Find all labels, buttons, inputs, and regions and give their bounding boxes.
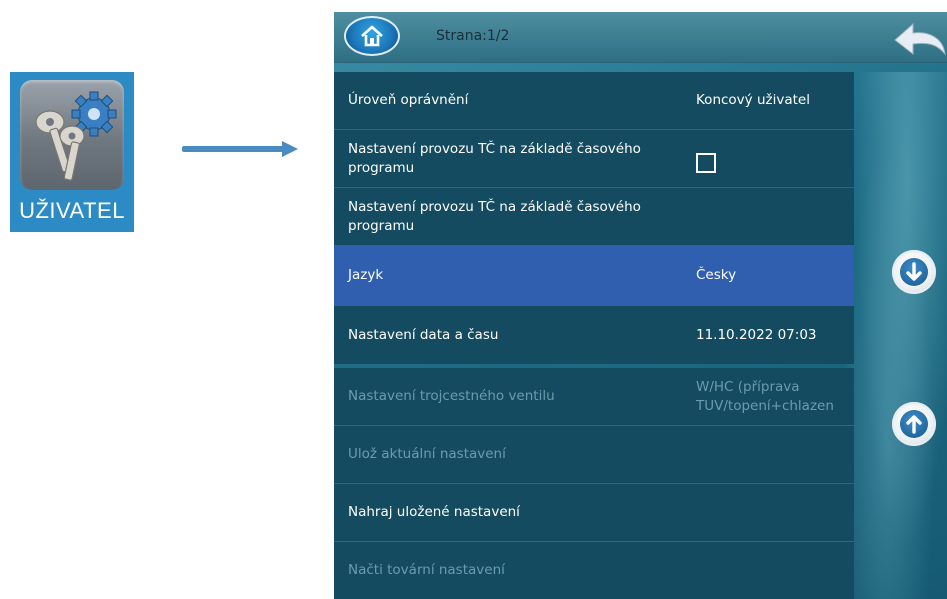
- row-value: Koncový uživatel: [696, 92, 810, 108]
- row-value: Česky: [696, 267, 737, 283]
- row-label: Nahraj uložené nastavení: [348, 504, 520, 520]
- settings-row-language[interactable]: Jazyk Česky: [334, 246, 854, 306]
- row-label: Nastavení trojcestného ventilu: [348, 388, 555, 404]
- row-value: W/HC (příprava TUV/topení+chlazen: [696, 378, 834, 414]
- row-label: Úroveň oprávnění: [348, 92, 469, 108]
- top-bar: Strana:1/2: [334, 12, 947, 63]
- row-value: [696, 426, 854, 483]
- arrow-right-icon: [282, 141, 298, 157]
- row-label: Nastavení data a času: [348, 326, 499, 343]
- row-label: Ulož aktuální nastavení: [348, 446, 506, 462]
- settings-row-schedule-checkbox[interactable]: Nastavení provozu TČ na základě časového…: [334, 130, 854, 188]
- row-value: 11.10.2022 07:03: [696, 326, 817, 343]
- row-label: Nastavení provozu TČ na základě časového…: [348, 140, 641, 176]
- keys-gear-icon: [20, 80, 124, 190]
- arrow-line: [182, 146, 284, 152]
- home-button[interactable]: [344, 16, 400, 56]
- settings-row-save-settings[interactable]: Ulož aktuální nastavení: [334, 426, 854, 484]
- app-icon-label: UŽIVATEL: [19, 198, 125, 223]
- row-label: Nastavení provozu TČ na základě časového…: [348, 198, 641, 234]
- scroll-down-button[interactable]: [892, 250, 936, 294]
- row-value: [696, 542, 854, 599]
- settings-row-three-way-valve[interactable]: Nastavení trojcestného ventilu W/HC (pří…: [334, 368, 854, 426]
- background-decoration: [847, 72, 947, 599]
- row-value: [696, 484, 854, 541]
- scroll-up-button[interactable]: [892, 402, 936, 446]
- settings-panel-1: Úroveň oprávnění Koncový uživatel Nastav…: [334, 72, 854, 364]
- settings-screen: Strana:1/2 Úroveň oprávnění Koncový uživ…: [334, 12, 947, 599]
- back-arrow-icon: [894, 22, 946, 56]
- back-button[interactable]: [891, 18, 947, 62]
- settings-row-load-settings[interactable]: Nahraj uložené nastavení: [334, 484, 854, 542]
- row-value: [696, 130, 854, 187]
- user-app-icon[interactable]: UŽIVATEL: [10, 72, 134, 232]
- page-indicator: Strana:1/2: [436, 28, 510, 44]
- row-value: [696, 188, 854, 245]
- arrow-up-icon: [906, 415, 922, 434]
- settings-row-schedule[interactable]: Nastavení provozu TČ na základě časového…: [334, 188, 854, 246]
- settings-row-permission-level[interactable]: Úroveň oprávnění Koncový uživatel: [334, 72, 854, 130]
- arrow-down-icon: [906, 262, 922, 281]
- home-icon: [361, 25, 383, 47]
- row-label: Jazyk: [348, 267, 384, 283]
- schedule-checkbox[interactable]: [696, 152, 716, 173]
- settings-row-date-time[interactable]: Nastavení data a času 11.10.2022 07:03: [334, 306, 854, 364]
- settings-row-factory-reset[interactable]: Načti tovární nastavení: [334, 542, 854, 599]
- row-label: Načti tovární nastavení: [348, 562, 505, 578]
- settings-panel-2: Nastavení trojcestného ventilu W/HC (pří…: [334, 368, 854, 599]
